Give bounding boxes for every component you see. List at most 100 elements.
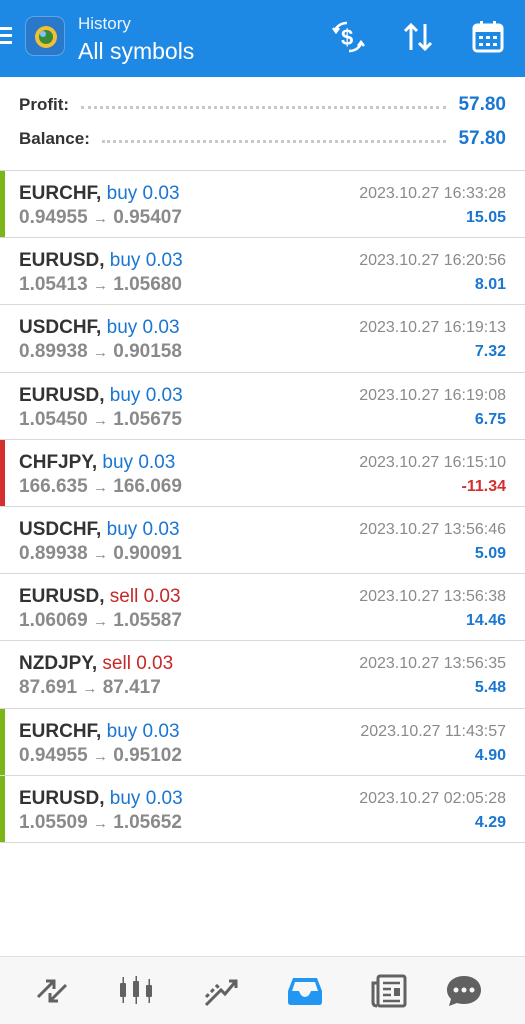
trade-symbol: EURUSD, buy 0.03 [19,250,183,272]
trade-time: 2023.10.27 02:05:28 [359,789,506,807]
symbol-name: CHFJPY, [19,451,98,473]
trade-side-volume: buy 0.03 [106,519,180,540]
trade-time: 2023.10.27 16:20:56 [359,252,506,270]
arrow-right-icon: → [92,814,108,832]
trade-profit: 7.32 [474,343,506,361]
trade-row[interactable]: EURUSD, buy 0.03 1.05450 → 1.05675 2023.10… [0,371,525,439]
open-price: 0.94955 [19,207,88,228]
trade-symbol: USDCHF, buy 0.03 [19,519,180,541]
nav-news-icon[interactable] [369,971,409,1011]
trade-symbol: USDCHF, buy 0.03 [19,317,180,339]
trade-row[interactable]: CHFJPY, buy 0.03 166.635 → 166.069 2023.10… [0,438,525,506]
nav-chart-icon[interactable] [116,971,156,1011]
trade-side-volume: buy 0.03 [106,183,180,204]
arrow-right-icon: → [92,613,108,631]
symbol-name: USDCHF, [19,519,102,540]
nav-history-icon[interactable] [285,971,325,1011]
sort-icon[interactable] [399,18,437,56]
profit-value: 57.80 [458,94,506,115]
trade-side-volume: buy 0.03 [106,720,180,742]
row-indicator-bar [0,439,5,506]
trade-row[interactable]: USDCHF, buy 0.03 0.89938 → 0.90158 2023.10… [0,304,525,371]
trade-symbol: EURCHF, buy 0.03 [19,183,180,205]
dotted-leader [101,135,447,143]
balance-label: Balance: [19,129,90,148]
close-price: 166.069 [113,475,182,497]
bottom-navigation [0,956,525,1024]
trade-row[interactable]: EURUSD, buy 0.03 1.05509 → 1.05652 2023.10… [0,774,525,842]
symbol-name: EURUSD, [19,586,105,608]
trade-profit: 8.01 [474,276,506,294]
symbol-name: EURCHF, [19,183,102,204]
nav-quotes-icon[interactable] [32,971,72,1011]
close-price: 1.05587 [113,610,182,632]
screen-title[interactable]: All symbols [78,38,194,65]
trade-prices: 1.05450 → 1.05675 [19,409,182,431]
trade-symbol: EURUSD, buy 0.03 [19,788,183,810]
arrow-right-icon: → [92,277,108,295]
symbol-name: NZDJPY, [19,653,98,675]
trade-time: 2023.10.27 16:19:13 [359,319,506,337]
screen-subtitle: History [78,14,131,33]
trade-profit: 4.29 [474,813,506,831]
app-logo[interactable] [25,16,65,56]
trade-profit: 5.09 [474,545,506,562]
trade-profit: 5.48 [474,679,506,697]
balance-value: 57.80 [458,128,506,149]
trade-symbol: NZDJPY, sell 0.03 [19,653,173,675]
close-price: 0.95102 [113,744,182,766]
open-price: 1.05509 [19,811,88,833]
trade-row[interactable]: USDCHF, buy 0.03 0.89938 → 0.90091 2023.10… [0,506,525,573]
trade-prices: 0.89938 → 0.90158 [19,341,182,363]
trade-prices: 1.05509 → 1.05652 [19,812,182,834]
trade-side-volume: buy 0.03 [109,384,183,406]
trade-row[interactable]: NZDJPY, sell 0.03 87.691 → 87.417 2023.10.… [0,640,525,707]
trade-time: 2023.10.27 11:43:57 [360,722,506,740]
trade-profit: -11.34 [461,477,506,495]
trade-side-volume: buy 0.03 [106,317,180,339]
arrow-right-icon: → [92,411,108,429]
calendar-icon[interactable] [469,18,507,56]
balance-row: Balance: 57.80 [19,126,506,152]
trade-row[interactable]: EURUSD, sell 0.03 1.06069 → 1.05587 2023.1… [0,573,525,640]
symbol-name: EURUSD, [19,250,105,272]
trade-row[interactable]: EURUSD, buy 0.03 1.05413 → 1.05680 2023.10… [0,237,525,304]
symbol-name: USDCHF, [19,317,102,339]
currency-exchange-icon[interactable]: $ [329,18,367,56]
trade-time: 2023.10.27 13:56:38 [359,588,506,606]
arrow-right-icon: → [82,680,98,698]
trade-symbol: EURCHF, buy 0.03 [19,721,180,743]
close-price: 0.95407 [113,207,182,228]
trade-prices: 0.94955 → 0.95102 [19,745,182,767]
list-divider [0,842,525,843]
svg-text:$: $ [341,25,353,50]
trade-side-volume: buy 0.03 [109,787,183,809]
close-price: 0.90091 [113,543,182,564]
arrow-right-icon: → [92,747,108,765]
menu-icon[interactable] [0,27,14,49]
open-price: 1.05413 [19,274,88,296]
arrow-right-icon: → [92,344,108,362]
nav-trade-icon[interactable] [201,971,241,1011]
row-indicator-bar [0,171,5,237]
trade-row[interactable]: EURCHF, buy 0.03 0.94955 → 0.95102 2023.10… [0,707,525,775]
trade-time: 2023.10.27 13:56:35 [359,655,506,673]
close-price: 1.05680 [113,274,182,296]
open-price: 0.89938 [19,543,88,564]
row-indicator-bar [0,775,5,842]
close-price: 1.05675 [113,408,182,430]
open-price: 0.94955 [19,744,88,766]
trade-prices: 1.05413 → 1.05680 [19,274,182,296]
trade-time: 2023.10.27 16:15:10 [359,453,506,471]
symbol-name: EURUSD, [19,787,105,809]
trade-row[interactable]: EURCHF, buy 0.03 0.94955 → 0.95407 2023.10… [0,170,525,237]
nav-messages-icon[interactable] [444,971,484,1011]
symbol-name: EURUSD, [19,384,105,406]
trade-prices: 0.94955 → 0.95407 [19,207,182,229]
arrow-right-icon: → [92,478,108,496]
close-price: 1.05652 [113,811,182,833]
trade-profit: 6.75 [474,410,506,428]
trade-symbol: EURUSD, buy 0.03 [19,385,183,407]
trade-prices: 166.635 → 166.069 [19,476,182,498]
close-price: 87.417 [102,677,161,699]
